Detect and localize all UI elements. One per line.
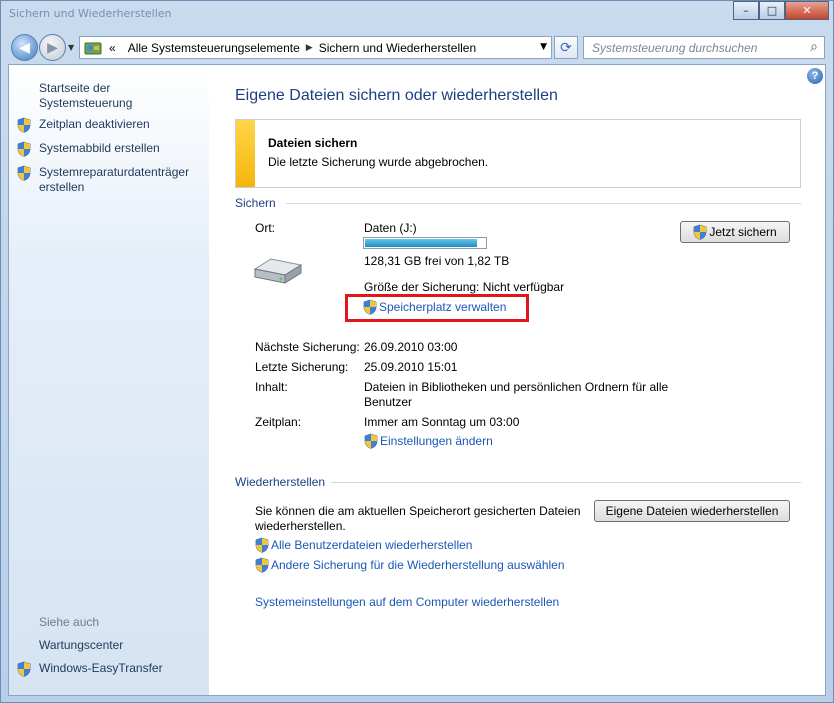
main-panel: ? Eigene Dateien sichern oder wiederhers… (209, 65, 825, 695)
location-label: Ort: (255, 221, 275, 235)
window: Sichern und Wiederherstellen – □ ✕ ◀ ▶ ▼… (0, 0, 834, 703)
restore-system-settings-label: Systemeinstellungen auf dem Computer wie… (255, 595, 560, 609)
restore-my-files-label: Eigene Dateien wiederherstellen (605, 504, 779, 518)
next-backup-label: Nächste Sicherung: (255, 340, 360, 354)
close-button[interactable]: ✕ (785, 1, 829, 20)
shield-icon (17, 117, 31, 133)
notice-color-bar (236, 120, 255, 187)
address-bar[interactable]: « Alle Systemsteuerungselemente ▶ Sicher… (79, 36, 552, 59)
refresh-icon: ⟳ (560, 39, 572, 56)
last-backup-value: 25.09.2010 15:01 (364, 360, 458, 374)
sidebar-item-create-system-image[interactable]: Systemabbild erstellen (39, 141, 207, 156)
shield-icon (17, 141, 31, 157)
see-also-heading: Siehe auch (39, 615, 100, 629)
shield-icon (363, 299, 377, 315)
notice-text: Die letzte Sicherung wurde abgebrochen. (268, 155, 489, 169)
backup-size-text: Größe der Sicherung: Nicht verfügbar (364, 280, 565, 294)
manage-space-link[interactable]: Speicherplatz verwalten (363, 299, 506, 315)
notice-heading: Dateien sichern (268, 136, 358, 150)
shield-icon (255, 537, 269, 553)
sidebar-item-disable-schedule[interactable]: Zeitplan deaktivieren (39, 117, 207, 132)
backup-now-button[interactable]: Jetzt sichern (680, 221, 790, 243)
sidebar-item-home[interactable]: Startseite der Systemsteuerung (39, 81, 207, 111)
forward-button[interactable]: ▶ (39, 34, 66, 61)
change-settings-link[interactable]: Einstellungen ändern (364, 433, 493, 449)
sidebar-item-easy-transfer[interactable]: Windows-EasyTransfer (39, 661, 207, 676)
sidebar-item-action-center[interactable]: Wartungscenter (39, 638, 207, 653)
content-area: Startseite der Systemsteuerung Zeitplan … (8, 64, 826, 696)
section-restore-heading: Wiederherstellen (235, 475, 326, 489)
breadcrumb-separator-icon[interactable]: ▶ (306, 43, 313, 53)
change-settings-label: Einstellungen ändern (380, 434, 493, 448)
disk-usage-fill (365, 239, 477, 247)
section-divider (331, 482, 801, 483)
sidebar: Startseite der Systemsteuerung Zeitplan … (9, 65, 209, 695)
restore-system-settings-link[interactable]: Systemeinstellungen auf dem Computer wie… (255, 595, 559, 609)
search-placeholder: Systemsteuerung durchsuchen (592, 41, 758, 55)
section-divider (286, 203, 801, 204)
schedule-label: Zeitplan: (255, 415, 302, 429)
select-other-backup-label: Andere Sicherung für die Wiederherstellu… (271, 558, 565, 572)
sidebar-item-create-repair-disc[interactable]: Systemreparaturdatenträger erstellen (39, 165, 199, 195)
restore-all-users-link[interactable]: Alle Benutzerdateien wiederherstellen (255, 537, 472, 553)
control-panel-icon (83, 39, 103, 57)
recent-pages-dropdown[interactable]: ▼ (68, 43, 74, 52)
last-backup-label: Letzte Sicherung: (255, 360, 349, 374)
backup-notice: Dateien sichern Die letzte Sicherung wur… (235, 119, 801, 188)
shield-icon (364, 433, 378, 449)
free-space-text: 128,31 GB frei von 1,82 TB (364, 254, 510, 268)
content-value: Dateien in Bibliotheken und persönlichen… (364, 380, 669, 409)
search-input[interactable]: Systemsteuerung durchsuchen ⌕ (583, 36, 825, 59)
address-chevron[interactable]: « (103, 41, 122, 55)
schedule-value: Immer am Sonntag um 03:00 (364, 415, 520, 429)
page-title: Eigene Dateien sichern oder wiederherste… (235, 87, 558, 104)
refresh-button[interactable]: ⟳ (554, 36, 578, 59)
back-button[interactable]: ◀ (11, 34, 38, 61)
shield-icon (693, 224, 707, 240)
manage-space-label: Speicherplatz verwalten (379, 300, 507, 314)
address-dropdown-icon[interactable]: ▼ (540, 42, 547, 52)
restore-my-files-button[interactable]: Eigene Dateien wiederherstellen (594, 500, 790, 522)
select-other-backup-link[interactable]: Andere Sicherung für die Wiederherstellu… (255, 557, 565, 573)
restore-text: Sie können die am aktuellen Speicherort … (255, 504, 581, 533)
title-bar: Sichern und Wiederherstellen – □ ✕ (1, 1, 833, 31)
content-label: Inhalt: (255, 380, 288, 394)
navigation-bar: ◀ ▶ ▼ « Alle Systemsteuerungselemente ▶ … (1, 31, 833, 65)
breadcrumb-control-panel[interactable]: Alle Systemsteuerungselemente (122, 41, 306, 55)
window-controls: – □ ✕ (733, 1, 829, 20)
shield-icon (17, 661, 31, 677)
section-backup-heading: Sichern (235, 196, 276, 210)
search-icon[interactable]: ⌕ (810, 39, 818, 55)
maximize-button[interactable]: □ (759, 1, 785, 20)
disk-usage-bar (363, 237, 487, 249)
shield-icon (255, 557, 269, 573)
breadcrumb-backup-restore[interactable]: Sichern und Wiederherstellen (313, 41, 482, 55)
window-title: Sichern und Wiederherstellen (9, 7, 172, 20)
location-value: Daten (J:) (364, 221, 417, 235)
arrow-left-icon: ◀ (19, 39, 30, 56)
hard-drive-icon (253, 258, 303, 284)
restore-all-users-label: Alle Benutzerdateien wiederherstellen (271, 538, 473, 552)
shield-icon (17, 165, 31, 181)
minimize-button[interactable]: – (733, 1, 759, 20)
backup-now-label: Jetzt sichern (709, 225, 777, 239)
arrow-right-icon: ▶ (47, 39, 58, 56)
help-icon[interactable]: ? (807, 68, 823, 84)
next-backup-value: 26.09.2010 03:00 (364, 340, 458, 354)
